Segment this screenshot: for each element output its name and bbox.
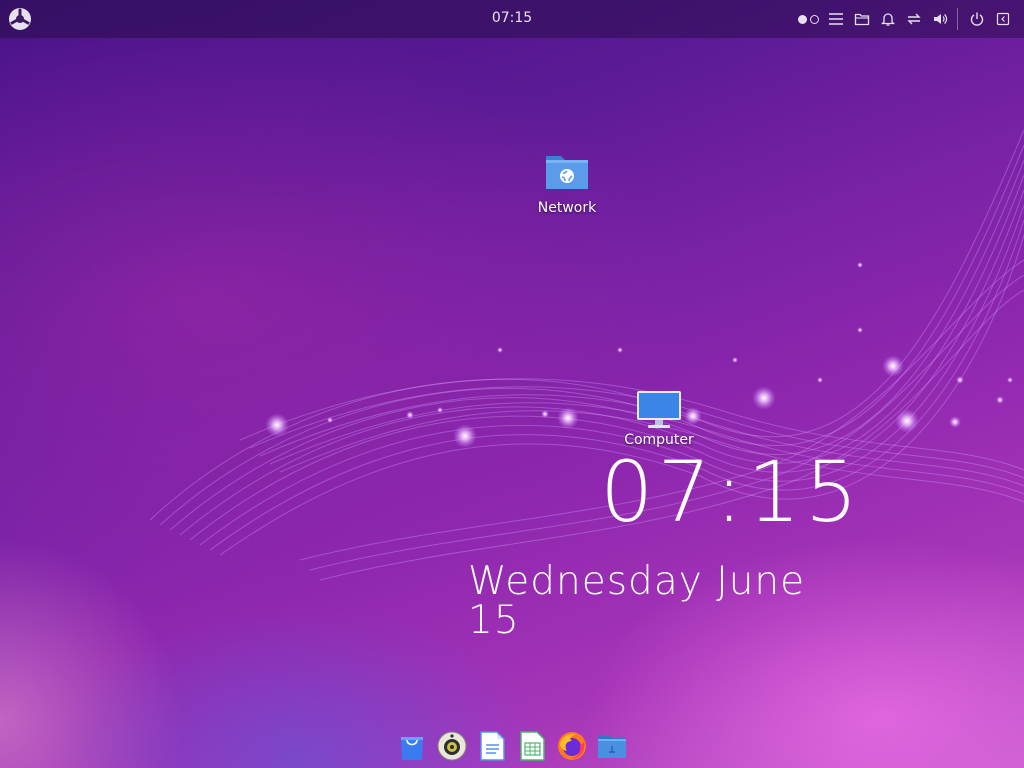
computer-monitor-icon: [635, 390, 683, 430]
wallpaper: [149, 129, 1024, 581]
panel-clock[interactable]: 07:15: [492, 10, 532, 26]
power-icon[interactable]: [964, 6, 990, 32]
software-center-icon[interactable]: [396, 730, 428, 762]
bell-icon[interactable]: [875, 6, 901, 32]
distro-logo-icon[interactable]: [8, 7, 32, 31]
desktop-icon-label: Network: [537, 200, 597, 216]
menu-icon[interactable]: [823, 6, 849, 32]
dock: [392, 726, 632, 766]
workspace-indicator-inactive[interactable]: [810, 14, 819, 24]
tray-separator: [957, 8, 958, 30]
folder-icon[interactable]: [849, 6, 875, 32]
system-tray: [798, 6, 1016, 32]
spreadsheet-icon[interactable]: [516, 730, 548, 762]
desktop-clock-time: 07:15: [600, 443, 863, 541]
desktop-icon-network[interactable]: Network: [522, 152, 612, 216]
network-transfer-icon[interactable]: [901, 6, 927, 32]
desktop-icon-computer[interactable]: Computer: [614, 390, 704, 448]
music-player-icon[interactable]: [436, 730, 468, 762]
firefox-icon[interactable]: [556, 730, 588, 762]
top-panel: 07:15: [0, 0, 1024, 38]
volume-icon[interactable]: [927, 6, 953, 32]
network-folder-icon: [543, 152, 591, 192]
file-manager-icon[interactable]: [596, 730, 628, 762]
workspace-switcher[interactable]: [798, 14, 819, 24]
workspace-indicator-active[interactable]: [798, 14, 807, 24]
desktop-clock-date: Wednesday June 15: [468, 559, 806, 643]
collapse-panel-icon[interactable]: [990, 6, 1016, 32]
text-document-icon[interactable]: [476, 730, 508, 762]
